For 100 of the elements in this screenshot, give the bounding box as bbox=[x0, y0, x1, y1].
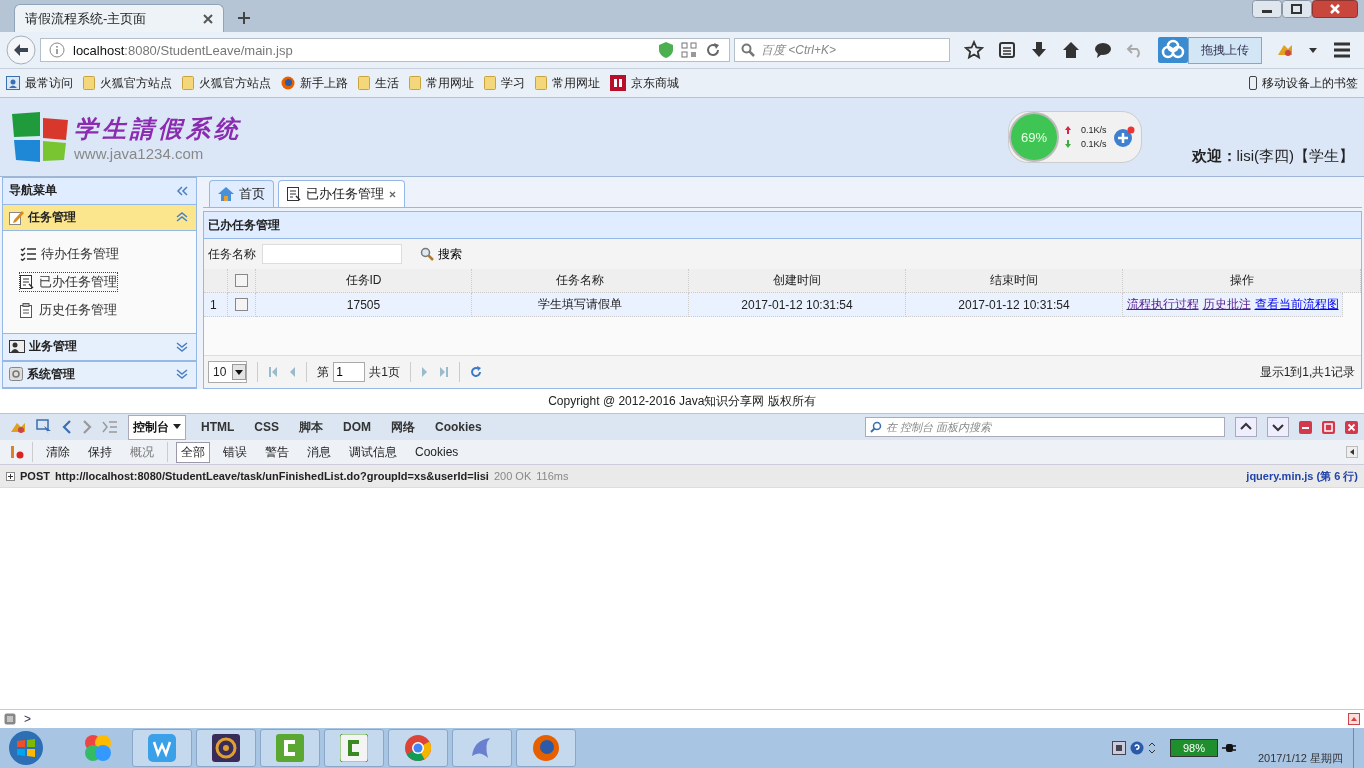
collapse-icon[interactable] bbox=[176, 185, 188, 196]
taskbar-app[interactable] bbox=[196, 729, 256, 767]
console-action-button[interactable]: 保持 bbox=[83, 441, 117, 463]
devtools-tab[interactable]: Cookies bbox=[430, 416, 487, 438]
debug-toggle-icon[interactable] bbox=[10, 445, 24, 459]
qr-code-icon[interactable] bbox=[681, 42, 697, 58]
bug-icon[interactable] bbox=[10, 420, 26, 434]
start-button[interactable] bbox=[6, 729, 46, 767]
taskbar-app[interactable] bbox=[324, 729, 384, 767]
tray-expand-icon[interactable] bbox=[1148, 741, 1156, 755]
reload-icon[interactable] bbox=[705, 42, 721, 58]
accordion-header[interactable]: 任务管理 bbox=[3, 203, 196, 231]
caret-icon[interactable] bbox=[1308, 45, 1318, 55]
close-icon[interactable] bbox=[1345, 420, 1358, 434]
devtools-tab[interactable]: DOM bbox=[338, 416, 376, 438]
task-name-field[interactable] bbox=[262, 244, 402, 264]
filter-button[interactable]: 消息 bbox=[302, 441, 336, 463]
bookmark-item[interactable]: 火狐官方站点 bbox=[182, 74, 271, 92]
accordion-header[interactable]: 业务管理 bbox=[3, 333, 196, 361]
folder-icon bbox=[358, 76, 370, 90]
plus-icon[interactable] bbox=[1112, 126, 1135, 148]
close-icon[interactable] bbox=[203, 13, 213, 24]
bookmark-item[interactable]: 常用网址 bbox=[409, 74, 474, 92]
search-button[interactable]: 搜索 bbox=[414, 244, 468, 264]
back-icon[interactable] bbox=[62, 420, 72, 434]
battery-indicator[interactable]: 98% bbox=[1170, 739, 1218, 757]
bookmark-item[interactable]: 火狐官方站点 bbox=[83, 74, 172, 92]
filter-button[interactable]: 调试信息 bbox=[344, 441, 402, 463]
menu-item[interactable]: 待办任务管理 bbox=[19, 244, 120, 264]
action-link[interactable]: 历史批注 bbox=[1202, 296, 1251, 313]
bookmark-item[interactable]: 最常访问 bbox=[6, 74, 73, 92]
help-icon[interactable] bbox=[1130, 741, 1144, 755]
address-bar[interactable]: localhost:8080/StudentLeave/main.jsp bbox=[40, 38, 730, 62]
page-number-field[interactable]: 1 bbox=[333, 362, 366, 382]
action-link[interactable]: 流程执行过程 bbox=[1126, 296, 1199, 313]
command-prompt: > bbox=[24, 712, 31, 726]
search-icon bbox=[741, 43, 755, 57]
forward-icon[interactable] bbox=[82, 420, 92, 434]
tab[interactable]: 已办任务管理 bbox=[278, 180, 405, 207]
devtools-tab[interactable]: 脚本 bbox=[294, 414, 328, 440]
console-menu-icon[interactable] bbox=[4, 713, 16, 725]
home-icon[interactable] bbox=[1062, 41, 1080, 59]
reading-list-icon[interactable] bbox=[998, 41, 1016, 59]
row-checkbox[interactable] bbox=[235, 298, 248, 311]
new-tab-icon[interactable] bbox=[238, 12, 250, 24]
minimize-icon[interactable] bbox=[1252, 0, 1282, 18]
tab[interactable]: 首页 bbox=[209, 180, 274, 207]
download-icon[interactable] bbox=[1030, 41, 1048, 59]
taskbar-app[interactable] bbox=[516, 729, 576, 767]
filter-button[interactable]: 全部 bbox=[176, 441, 210, 463]
select-all-checkbox[interactable] bbox=[235, 274, 248, 287]
bookmark-item[interactable]: 学习 bbox=[484, 74, 525, 92]
bookmark-item[interactable]: 新手上路 bbox=[281, 74, 348, 92]
maximize-icon[interactable] bbox=[1282, 0, 1312, 18]
search-field[interactable]: 百度 <Ctrl+K> bbox=[734, 38, 950, 62]
app-title: 学生請假系统 bbox=[74, 112, 242, 145]
close-icon[interactable] bbox=[1312, 0, 1358, 18]
table-cell: 学生填写请假单 bbox=[472, 293, 689, 317]
source-link[interactable]: jquery.min.js (第 6 行) bbox=[1246, 468, 1358, 484]
menu-item[interactable]: 已办任务管理 bbox=[19, 272, 118, 292]
console-action-button[interactable]: 清除 bbox=[41, 441, 75, 463]
menu-item[interactable]: 历史任务管理 bbox=[19, 300, 118, 320]
power-plug-icon[interactable] bbox=[1222, 742, 1236, 754]
cloud-icon[interactable] bbox=[1158, 37, 1188, 63]
expand-console-icon[interactable] bbox=[1348, 713, 1360, 725]
minimize-icon[interactable] bbox=[1299, 420, 1312, 434]
bookmark-item[interactable]: 常用网址 bbox=[535, 74, 600, 92]
filter-button[interactable]: 警告 bbox=[260, 441, 294, 463]
bookmark-star-icon[interactable] bbox=[964, 40, 984, 60]
table-cell: 2017-01-12 10:31:54 bbox=[689, 293, 906, 317]
close-icon[interactable] bbox=[389, 190, 396, 198]
mobile-bookmarks[interactable]: 移动设备上的书签 bbox=[1249, 74, 1358, 92]
filter-button[interactable]: 错误 bbox=[218, 441, 252, 463]
bookmark-item[interactable]: 生活 bbox=[358, 74, 399, 92]
app-icon bbox=[404, 734, 432, 762]
devtools-tab[interactable]: 控制台 bbox=[128, 414, 186, 440]
action-link[interactable]: 查看当前流程图 bbox=[1254, 296, 1339, 313]
command-line-icon[interactable] bbox=[102, 421, 118, 433]
scroll-left-icon[interactable] bbox=[1346, 446, 1358, 458]
request-method: POST bbox=[20, 470, 50, 482]
network-icon[interactable] bbox=[1112, 741, 1126, 755]
refresh-icon[interactable] bbox=[470, 366, 483, 378]
devtools-tab[interactable]: 网络 bbox=[386, 414, 420, 440]
menu-icon[interactable] bbox=[1332, 41, 1352, 59]
log-entry[interactable]: POST http://localhost:8080/StudentLeave/task/unFinishedList.do?groupId=xs&userId=lisi 200 OK 116ms jquery.min.js (第 6 行) bbox=[0, 465, 1364, 488]
detach-icon[interactable] bbox=[1322, 420, 1335, 434]
home-icon bbox=[218, 187, 234, 201]
console-search-field[interactable]: 在 控制台 面板内搜索 bbox=[865, 417, 1225, 437]
devtools-tab[interactable]: CSS bbox=[249, 416, 284, 438]
browser-tab[interactable]: 请假流程系统-主页面 bbox=[14, 4, 224, 32]
chat-icon[interactable] bbox=[1094, 41, 1112, 59]
accordion-header[interactable]: 系统管理 bbox=[3, 360, 196, 388]
shield-icon[interactable] bbox=[659, 42, 673, 58]
filter-button[interactable]: Cookies bbox=[410, 443, 464, 461]
devtools-tab[interactable]: HTML bbox=[196, 416, 240, 438]
upload-tooltip[interactable]: 拖拽上传 bbox=[1188, 36, 1262, 64]
bookmark-item[interactable]: 京东商城 bbox=[610, 74, 679, 92]
page-count: 共1页 bbox=[369, 363, 401, 381]
back-icon[interactable] bbox=[6, 35, 36, 65]
page-size-select[interactable]: 10 bbox=[208, 361, 248, 383]
